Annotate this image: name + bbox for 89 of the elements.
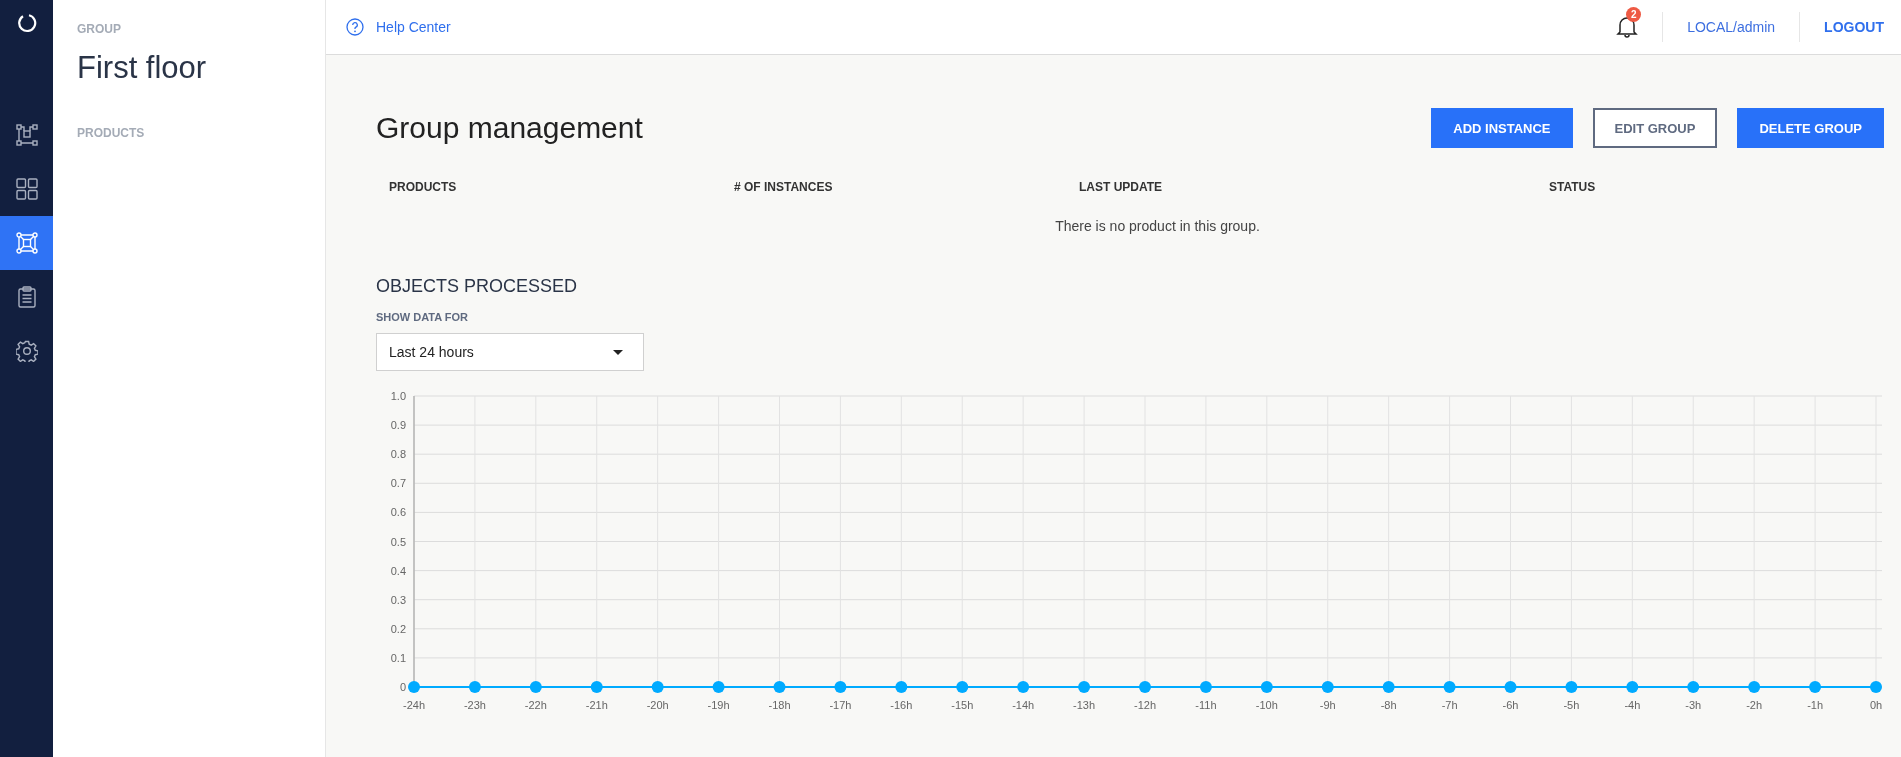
data-point [895, 681, 908, 693]
x-axis-label: -11h [1195, 699, 1217, 711]
empty-message: There is no product in this group. [1055, 218, 1260, 234]
x-axis-label: -7h [1441, 699, 1458, 711]
x-axis-label: -9h [1319, 699, 1336, 711]
logo-icon [16, 13, 37, 33]
logout-link[interactable]: LOGOUT [1800, 19, 1884, 35]
x-axis-label: -4h [1624, 699, 1641, 711]
data-point [1687, 681, 1700, 693]
data-point [1626, 681, 1639, 693]
y-axis-label: 0.9 [390, 419, 406, 432]
y-axis-label: 0.1 [390, 651, 406, 664]
data-point [529, 681, 542, 693]
data-point [468, 681, 481, 693]
data-point [1565, 681, 1578, 693]
y-axis-label: 0.6 [390, 506, 406, 519]
x-axis-label: -3h [1685, 699, 1702, 711]
data-point [590, 681, 603, 693]
y-axis-label: 0.8 [390, 448, 406, 461]
action-button[interactable]: DELETE GROUP [1737, 108, 1884, 148]
x-axis-label: -5h [1563, 699, 1580, 711]
y-axis-label: 0.3 [390, 593, 406, 606]
x-axis-label: -18h [768, 699, 791, 711]
x-axis-label: -22h [524, 699, 547, 711]
user-link[interactable]: LOCAL/admin [1663, 12, 1801, 42]
x-axis-label: -20h [646, 699, 669, 711]
notification-badge: 2 [1626, 7, 1642, 22]
column-header: LAST UPDATE [1079, 180, 1164, 194]
page-title: Group management [376, 111, 643, 145]
data-point [834, 681, 847, 693]
y-axis-label: 0.2 [390, 622, 406, 635]
field-label: SHOW DATA FOR [376, 311, 470, 323]
x-axis-label: -16h [890, 699, 913, 711]
x-axis-label: -12h [1134, 699, 1156, 711]
help-icon [346, 18, 364, 36]
data-point [651, 681, 664, 693]
grid-icon [15, 178, 38, 200]
group-name: First floor [77, 50, 208, 86]
settings-icon [15, 340, 38, 362]
y-axis-label: 0.7 [390, 477, 406, 490]
x-axis-label: 0h [1869, 699, 1883, 711]
x-axis-label: -19h [707, 699, 730, 711]
x-axis-label: -10h [1255, 699, 1278, 711]
column-header: # OF INSTANCES [734, 180, 834, 194]
action-button[interactable]: ADD INSTANCE [1431, 108, 1573, 148]
data-point [1260, 681, 1273, 693]
section-title: OBJECTS PROCESSED [376, 276, 579, 297]
data-point [1443, 681, 1456, 693]
x-axis-label: -17h [829, 699, 852, 711]
y-axis-label: 0 [399, 681, 406, 693]
x-axis-label: -21h [585, 699, 608, 711]
clipboard-icon [15, 286, 38, 308]
action-button[interactable]: EDIT GROUP [1592, 108, 1718, 148]
data-point [773, 681, 786, 693]
x-axis-label: -23h [463, 699, 486, 711]
data-point [1382, 681, 1395, 693]
data-point [956, 681, 969, 693]
x-axis-label: -13h [1073, 699, 1096, 711]
y-axis-label: 0.5 [390, 535, 406, 548]
data-point [1321, 681, 1334, 693]
section-label: PRODUCTS [77, 126, 146, 140]
data-point [408, 681, 420, 693]
nodes-icon [15, 232, 38, 254]
data-point [1504, 681, 1517, 693]
y-axis-label: 0.4 [390, 564, 406, 577]
data-point [1809, 681, 1822, 693]
column-header: PRODUCTS [389, 180, 458, 194]
x-axis-label: -2h [1746, 699, 1763, 711]
caret-icon [613, 349, 623, 355]
data-point [1199, 681, 1212, 693]
data-point [1078, 681, 1091, 693]
nav-item[interactable] [0, 216, 53, 270]
data-point [1870, 681, 1882, 693]
help-center-link[interactable]: Help Center [346, 18, 451, 36]
data-point [1748, 681, 1761, 693]
x-axis-label: -14h [1012, 699, 1035, 711]
data-point [1017, 681, 1030, 693]
data-point [712, 681, 725, 693]
x-axis-label: -15h [951, 699, 974, 711]
x-axis-label: -8h [1380, 699, 1397, 711]
data-point [1139, 681, 1151, 693]
time-range-dropdown[interactable]: Last 24 hours [376, 333, 644, 371]
network-icon [15, 124, 38, 146]
x-axis-label: -6h [1502, 699, 1519, 711]
x-axis-label: -24h [403, 699, 425, 711]
column-header: STATUS [1549, 180, 1597, 194]
y-axis-label: 1.0 [390, 390, 406, 402]
x-axis-label: -1h [1807, 699, 1824, 711]
section-label: GROUP [77, 22, 122, 36]
